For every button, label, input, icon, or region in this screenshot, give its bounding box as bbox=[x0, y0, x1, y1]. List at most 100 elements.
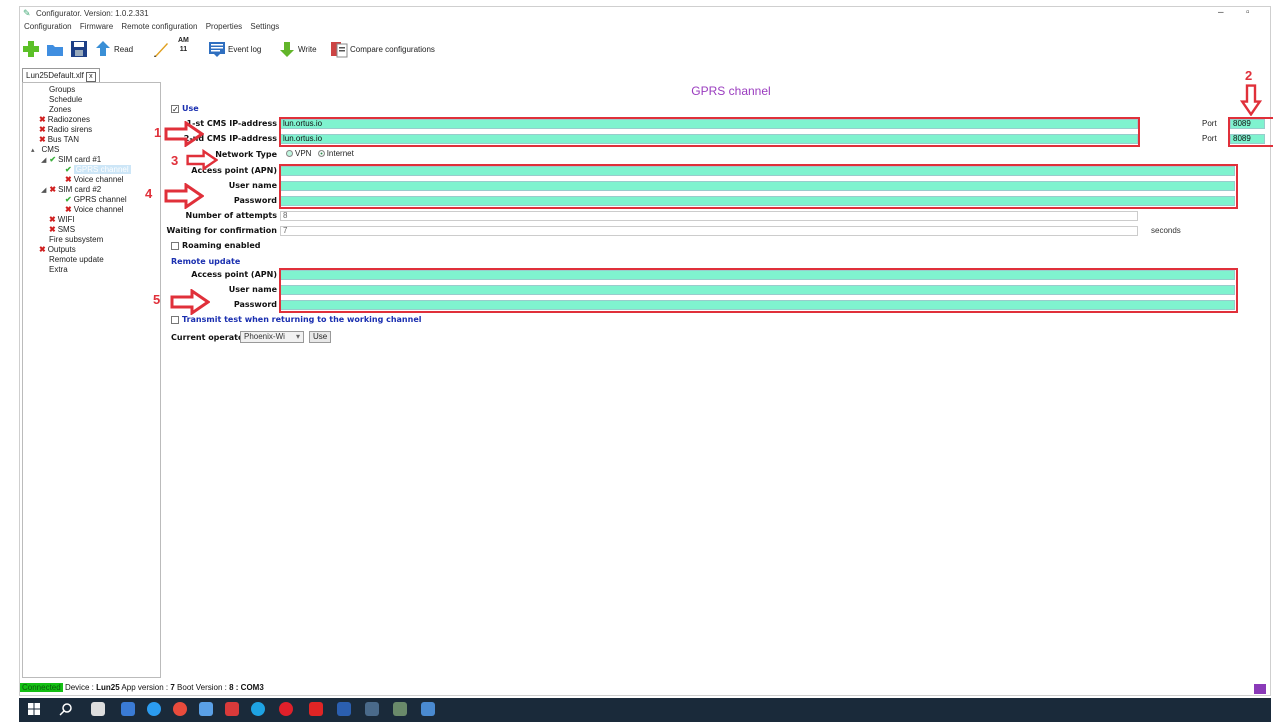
internet-radio[interactable] bbox=[317, 150, 325, 158]
app-icon[interactable] bbox=[199, 702, 213, 716]
menu-settings[interactable]: Settings bbox=[250, 22, 279, 31]
tree-label: GPRS channel bbox=[73, 165, 131, 174]
app-version-label: App version : bbox=[121, 683, 169, 692]
toolbar: Read AM 11 Event log Write Compare confi… bbox=[20, 36, 1270, 62]
transmit-check-box bbox=[171, 315, 179, 324]
tree-label: SIM card #1 bbox=[58, 155, 102, 164]
tree-item-sms[interactable]: ✖ SMS bbox=[49, 225, 75, 235]
vpn-label: VPN bbox=[295, 149, 312, 158]
check-icon: ✔ bbox=[49, 155, 57, 164]
operator-value: Phoenix-Wi bbox=[244, 332, 285, 341]
operator-use-button[interactable]: Use bbox=[309, 331, 332, 343]
tree-item-wifi[interactable]: ✖ WIFI bbox=[49, 215, 75, 225]
tree-label: Outputs bbox=[47, 245, 76, 254]
tool-icon[interactable] bbox=[393, 702, 407, 716]
menu-firmware[interactable]: Firmware bbox=[80, 22, 113, 31]
waiting-field[interactable]: 7 bbox=[280, 226, 1138, 236]
transmit-test-checkbox[interactable]: Transmit test when returning to the work… bbox=[171, 315, 422, 324]
tree-item-radio-sirens[interactable]: ✖ Radio sirens bbox=[39, 125, 92, 135]
boot-version-value: 8 bbox=[229, 683, 234, 692]
menu-remote-configuration[interactable]: Remote configuration bbox=[121, 22, 197, 31]
boot-version-label: Boot Version : bbox=[177, 683, 227, 692]
task-view-icon[interactable] bbox=[91, 702, 105, 716]
attempts-label: Number of attempts bbox=[185, 211, 278, 220]
vpn-radio[interactable] bbox=[286, 150, 293, 158]
ru-apn-label: Access point (APN) bbox=[191, 270, 277, 279]
compare-configurations-button[interactable]: Compare configurations bbox=[330, 38, 435, 60]
password-label: Password bbox=[233, 196, 277, 205]
floppy-disk-icon bbox=[70, 40, 88, 58]
clock-bottom-label: 11 bbox=[179, 46, 188, 53]
menu-properties[interactable]: Properties bbox=[206, 22, 242, 31]
transmit-label: Transmit test when returning to the work… bbox=[182, 315, 422, 324]
tree-label: CMS bbox=[41, 145, 60, 154]
read-button[interactable]: Read bbox=[94, 38, 133, 60]
minimize-button[interactable]: – bbox=[1218, 7, 1224, 18]
tree-label: Voice channel bbox=[73, 175, 124, 184]
clock-button[interactable]: AM 11 bbox=[178, 36, 189, 60]
tree-label: SMS bbox=[57, 225, 76, 234]
write-button[interactable]: Write bbox=[278, 38, 317, 60]
tree-item-outputs[interactable]: ✖ Outputs bbox=[39, 245, 76, 255]
new-button[interactable] bbox=[22, 38, 42, 60]
compare-icon bbox=[330, 40, 348, 58]
opera-icon[interactable] bbox=[279, 702, 293, 716]
tree-item-remote-update[interactable]: Remote update bbox=[49, 255, 104, 265]
tree-item-sim1-voice[interactable]: ✖ Voice channel bbox=[65, 175, 124, 185]
error-x-icon: ✖ bbox=[49, 215, 56, 224]
annotation-arrow-2-icon bbox=[1239, 84, 1263, 116]
annotation-number-2: 2 bbox=[1245, 68, 1253, 83]
configurator-taskbar-icon[interactable] bbox=[365, 702, 379, 716]
annotation-box-1 bbox=[279, 117, 1140, 147]
edit-button[interactable] bbox=[152, 38, 172, 60]
roaming-checkbox[interactable]: Roaming enabled bbox=[171, 241, 260, 250]
open-button[interactable] bbox=[46, 38, 66, 60]
annotation-number-3: 3 bbox=[171, 153, 179, 168]
roaming-check-box bbox=[171, 241, 179, 250]
use-label: Use bbox=[182, 104, 199, 113]
compare-label: Compare configurations bbox=[350, 44, 435, 54]
save-button[interactable] bbox=[70, 38, 90, 60]
restore-button[interactable]: ▫ bbox=[1246, 7, 1250, 18]
tab-lun25default[interactable]: Lun25Default.xlf x bbox=[22, 68, 100, 82]
tree-label: SIM card #2 bbox=[58, 185, 102, 194]
network-icon[interactable] bbox=[421, 702, 435, 716]
error-x-icon: ✖ bbox=[49, 225, 56, 234]
annotation-number-4: 4 bbox=[145, 186, 153, 201]
tree-item-sim2-gprs[interactable]: ✔ GPRS channel bbox=[65, 195, 127, 205]
com-port: : COM3 bbox=[235, 683, 264, 692]
expand-caret-icon[interactable]: ◢ bbox=[41, 157, 46, 164]
browser-icon[interactable] bbox=[147, 702, 161, 716]
user-name-label: User name bbox=[228, 181, 277, 190]
tree-item-sim1-gprs[interactable]: ✔ GPRS channel bbox=[65, 165, 131, 175]
attempts-field[interactable]: 8 bbox=[280, 211, 1138, 221]
tree-item-extra[interactable]: Extra bbox=[49, 265, 68, 275]
tree-item-schedule[interactable]: Schedule bbox=[49, 95, 82, 105]
network-type-label: Network Type bbox=[215, 150, 277, 159]
check-icon: ✔ bbox=[65, 195, 72, 204]
app-version-value: 7 bbox=[170, 683, 175, 692]
operator-select[interactable]: Phoenix-Wi ▾ bbox=[240, 331, 304, 343]
search-icon[interactable] bbox=[59, 702, 73, 716]
tree-item-groups[interactable]: Groups bbox=[49, 85, 75, 95]
tree-item-fire-subsystem[interactable]: Fire subsystem bbox=[49, 235, 103, 245]
word-icon[interactable] bbox=[337, 702, 351, 716]
tree-item-sim2-voice[interactable]: ✖ Voice channel bbox=[65, 205, 124, 215]
use-checkbox[interactable]: ✓ Use bbox=[171, 104, 199, 113]
chrome-icon[interactable] bbox=[173, 702, 187, 716]
event-log-button[interactable]: Event log bbox=[208, 38, 261, 60]
menu-configuration[interactable]: Configuration bbox=[24, 22, 72, 31]
skype-icon[interactable] bbox=[251, 702, 265, 716]
tree-item-zones[interactable]: Zones bbox=[49, 105, 71, 115]
app-red-icon[interactable] bbox=[225, 702, 239, 716]
annotation-number-5: 5 bbox=[153, 292, 161, 307]
tab-close-icon[interactable]: x bbox=[85, 72, 96, 82]
tree-label: Radio sirens bbox=[47, 125, 93, 134]
acrobat-icon[interactable] bbox=[309, 702, 323, 716]
tree-item-radiozones[interactable]: ✖ Radiozones bbox=[39, 115, 90, 125]
file-explorer-icon[interactable] bbox=[121, 702, 135, 716]
expand-caret-icon[interactable]: ◢ bbox=[41, 187, 46, 194]
collapse-caret-icon[interactable]: ▴ bbox=[31, 147, 35, 154]
windows-start-icon[interactable] bbox=[27, 702, 41, 716]
tree-item-bus-tan[interactable]: ✖ Bus TAN bbox=[39, 135, 79, 145]
